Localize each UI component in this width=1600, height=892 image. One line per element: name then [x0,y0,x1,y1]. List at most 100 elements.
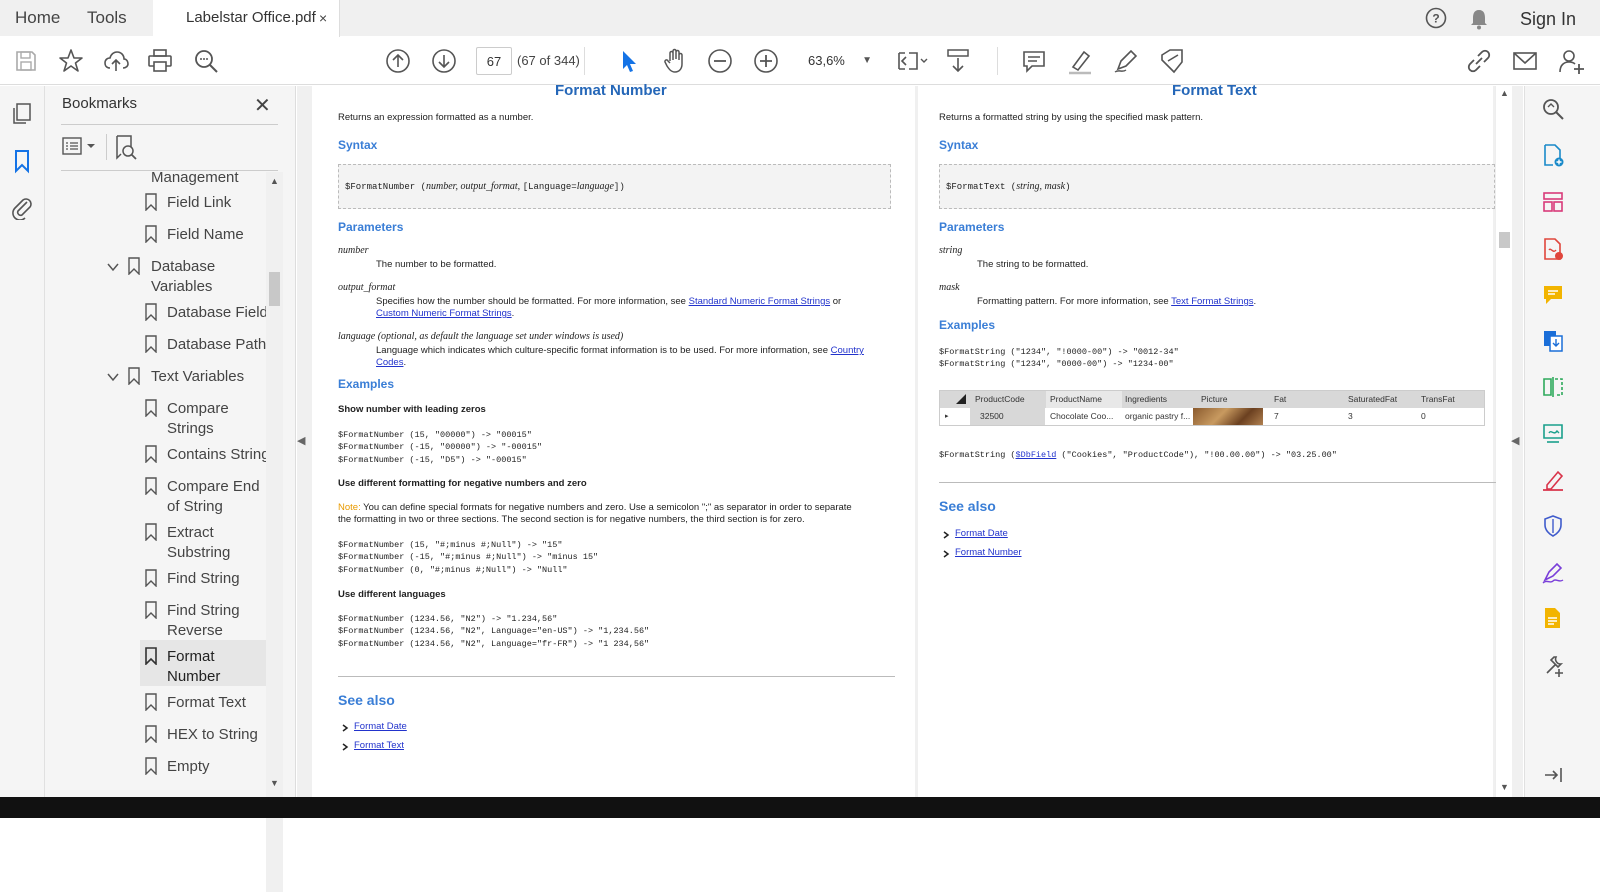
protect-shield-icon[interactable] [1541,514,1565,538]
see-also-link[interactable]: Format Date [354,721,407,732]
bookmark-item[interactable]: Format Text [167,693,246,713]
bookmark-item[interactable]: Empty [167,757,210,777]
see-also-link[interactable]: Format Date [955,528,1008,539]
star-icon[interactable] [57,47,85,75]
request-signatures-icon[interactable] [1541,560,1565,584]
save-icon[interactable] [12,47,40,75]
column-header[interactable]: Ingredients [1125,391,1200,408]
bookmark-item[interactable]: Strings [167,419,214,439]
page-number-input[interactable] [476,47,512,75]
comment-tool-icon[interactable] [1541,283,1565,307]
collapse-panel-icon[interactable] [1541,763,1565,787]
table-cell[interactable]: 32500 [970,408,1045,425]
scrollbar-thumb[interactable] [269,272,280,306]
comment-icon[interactable] [1020,47,1048,75]
custom-numeric-link[interactable]: Custom Numeric Format Strings [376,308,512,319]
scroll-down-icon[interactable]: ▼ [270,778,279,788]
bookmark-item[interactable]: Substring [167,543,230,563]
column-header[interactable]: TransFat [1421,391,1483,408]
bookmark-item[interactable]: Contains String [167,445,270,465]
scrollbar-thumb[interactable] [1499,232,1510,248]
add-user-icon[interactable] [1558,47,1586,75]
fill-and-sign-icon[interactable] [1541,468,1565,492]
text-format-strings-link[interactable]: Text Format Strings [1171,296,1253,307]
column-header[interactable]: ProductCode [975,391,1045,408]
table-cell[interactable]: 7 [1274,408,1346,425]
send-for-review-icon[interactable] [1541,421,1565,445]
bookmark-item[interactable]: Variables [151,277,212,297]
collapse-right-panel-icon[interactable]: ◀ [1511,434,1519,447]
mail-icon[interactable] [1511,47,1539,75]
bookmark-item[interactable]: Database [151,257,215,277]
column-header[interactable]: SaturatedFat [1348,391,1420,408]
scroll-down-icon[interactable]: ▼ [1500,782,1509,792]
chevron-down-icon[interactable] [107,262,119,272]
bookmarks-scrollbar[interactable]: ▲ ▼ [266,172,283,892]
select-cursor-icon[interactable] [615,47,643,75]
tools-tab[interactable]: Tools [87,0,127,36]
zoom-in-icon[interactable] [752,47,780,75]
chevron-down-icon[interactable] [107,372,119,382]
bookmark-panel-icon[interactable] [10,148,34,174]
country-codes-link-cont[interactable]: Codes [376,357,403,368]
create-pdf-icon[interactable] [1541,143,1565,167]
document-tab[interactable]: Labelstar Office.pdf × [153,0,340,37]
zoom-tool-icon[interactable] [1541,97,1565,121]
highlight-pen-icon[interactable] [1066,47,1094,75]
bookmark-item[interactable]: of String [167,497,223,517]
scroll-up-icon[interactable]: ▲ [270,176,279,186]
hand-tool-icon[interactable] [661,47,689,75]
bookmark-item[interactable]: Extract [167,523,214,543]
collapse-left-panel-icon[interactable]: ◀ [297,434,305,447]
dbfield-link[interactable]: $DbField [1016,450,1057,460]
notification-bell-icon[interactable] [1469,8,1489,30]
help-icon[interactable]: ? [1425,7,1447,29]
scan-document-icon[interactable] [1541,606,1565,630]
table-cell[interactable]: 0 [1421,408,1483,425]
compare-files-icon[interactable] [1541,375,1565,399]
table-cell[interactable]: 3 [1348,408,1420,425]
bookmark-item[interactable]: Find String [167,569,240,589]
combine-files-icon[interactable] [1541,329,1565,353]
bookmark-item[interactable]: Database Field [167,303,268,323]
cloud-upload-icon[interactable] [102,47,130,75]
search-icon[interactable] [192,47,220,75]
bookmark-item[interactable]: Reverse [167,621,223,641]
table-row[interactable]: ▸ 32500 Chocolate Coo... organic pastry … [940,408,1484,425]
see-also-link[interactable]: Format Text [354,740,404,751]
draw-pen-icon[interactable] [1112,47,1140,75]
table-cell[interactable]: organic pastry f... [1125,408,1200,425]
previous-page-icon[interactable] [384,47,412,75]
organize-pages-icon[interactable] [1541,190,1565,214]
bookmark-item[interactable]: Field Link [167,193,231,213]
bookmark-item[interactable]: HEX to String [167,725,258,745]
find-bookmark-icon[interactable] [114,134,138,160]
column-header[interactable]: Fat [1274,391,1346,408]
table-cell[interactable]: Chocolate Coo... [1046,408,1122,425]
close-tab-icon[interactable]: × [319,0,327,36]
column-header[interactable]: Picture [1201,391,1273,408]
column-header[interactable]: ProductName [1046,391,1122,408]
home-tab[interactable]: Home [15,0,60,36]
page-thumbnails-icon[interactable] [10,101,34,125]
page-fit-icon[interactable] [895,47,931,75]
close-icon[interactable]: ✕ [254,93,271,118]
bookmark-item[interactable]: Text Variables [151,367,244,387]
export-pdf-icon[interactable] [1541,237,1565,261]
scroll-up-icon[interactable]: ▲ [1500,88,1509,98]
bookmark-item[interactable]: Database Path [167,335,266,355]
bookmark-item[interactable]: Management [151,168,239,188]
select-all-corner-icon[interactable] [956,394,966,404]
next-page-icon[interactable] [430,47,458,75]
more-tools-icon[interactable] [1541,653,1565,677]
bookmark-item-selected[interactable]: Number [167,667,220,687]
bookmark-item[interactable]: Find String [167,601,240,621]
sign-in-button[interactable]: Sign In [1520,0,1576,38]
bookmark-item[interactable]: Field Name [167,225,244,245]
see-also-link[interactable]: Format Number [955,547,1022,558]
edit-tag-icon[interactable] [1158,47,1186,75]
zoom-level-dropdown[interactable]: 63,6% ▼ [800,47,874,75]
bookmark-options-icon[interactable] [62,136,100,156]
attachment-icon[interactable] [10,194,34,220]
bookmark-item-selected[interactable]: Format [167,647,215,667]
